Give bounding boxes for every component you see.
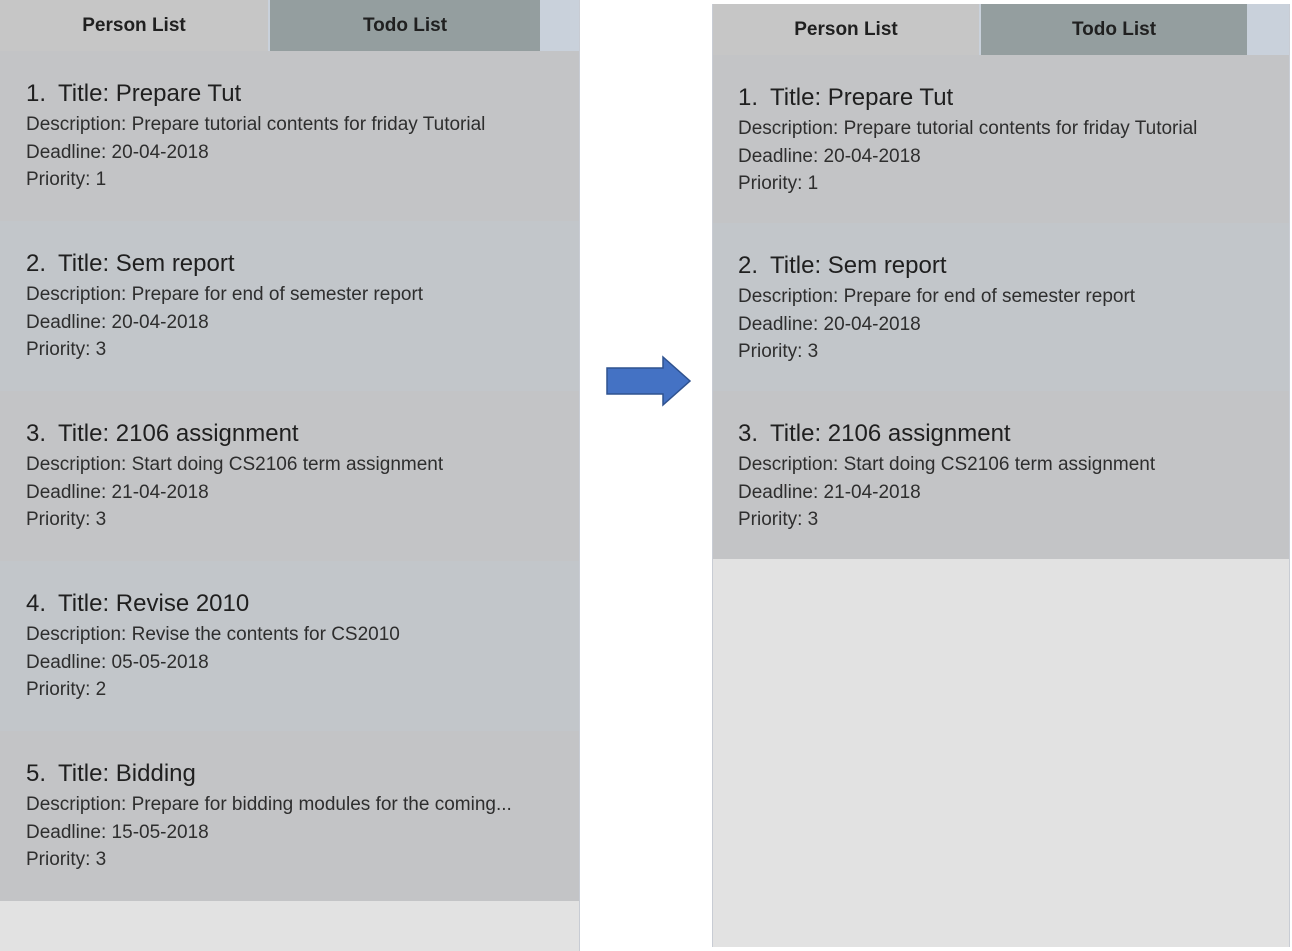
tab-person-list[interactable]: Person List: [713, 4, 979, 55]
todo-card-heading: 3. Title: 2106 assignment: [26, 419, 579, 449]
todo-title: Title: Prepare Tut: [58, 80, 242, 107]
todo-card[interactable]: 3. Title: 2106 assignment Description: St…: [0, 391, 579, 561]
todo-priority: Priority: 3: [738, 341, 819, 362]
tab-person-list[interactable]: Person List: [0, 0, 268, 51]
todo-title: Title: Prepare Tut: [770, 84, 954, 111]
todo-index: 2.: [26, 250, 47, 277]
tab-todo-list[interactable]: Todo List: [981, 4, 1247, 55]
todo-index: 3.: [26, 420, 47, 447]
todo-card[interactable]: 2. Title: Sem report Description: Prepare…: [713, 223, 1289, 391]
todo-description: Description: Start doing CS2106 term ass…: [738, 454, 1156, 475]
todo-panel-after: Person List Todo List 1. Title: Prepare T…: [712, 4, 1290, 947]
todo-description: Description: Prepare tutorial contents f…: [26, 114, 486, 135]
todo-index: 4.: [26, 590, 47, 617]
todo-deadline: Deadline: 21-04-2018: [26, 481, 209, 503]
tab-todo-list[interactable]: Todo List: [270, 0, 540, 51]
todo-index: 1.: [26, 80, 47, 107]
todo-priority: Priority: 3: [26, 509, 107, 530]
todo-panel-before: Person List Todo List 1. Title: Prepare T…: [0, 0, 580, 951]
todo-deadline: Deadline: 15-05-2018: [26, 821, 209, 843]
todo-description: Description: Prepare for end of semester…: [738, 286, 1136, 307]
todo-priority: Priority: 3: [26, 849, 107, 870]
tab-bar: Person List Todo List: [0, 0, 579, 51]
todo-title: Title: 2106 assignment: [770, 420, 1011, 447]
todo-priority: Priority: 3: [738, 509, 819, 530]
todo-card-heading: 2. Title: Sem report: [26, 249, 579, 279]
tab-bar: Person List Todo List: [713, 4, 1289, 55]
todo-title: Title: Sem report: [58, 250, 235, 277]
todo-description: Description: Start doing CS2106 term ass…: [26, 454, 444, 475]
todo-list: 1. Title: Prepare Tut Description: Prepar…: [0, 51, 579, 901]
todo-card-heading: 1. Title: Prepare Tut: [26, 79, 579, 109]
todo-index: 1.: [738, 84, 759, 111]
right-arrow-icon: [606, 355, 692, 407]
todo-index: 5.: [26, 760, 47, 787]
todo-deadline: Deadline: 20-04-2018: [738, 145, 921, 167]
todo-card-heading: 2. Title: Sem report: [738, 251, 1289, 281]
todo-card[interactable]: 2. Title: Sem report Description: Prepare…: [0, 221, 579, 391]
todo-card-heading: 5. Title: Bidding: [26, 759, 579, 789]
todo-title: Title: Bidding: [58, 760, 196, 787]
todo-title: Title: 2106 assignment: [58, 420, 299, 447]
todo-description: Description: Prepare for bidding modules…: [26, 794, 512, 815]
todo-priority: Priority: 1: [738, 173, 819, 194]
todo-deadline: Deadline: 05-05-2018: [26, 651, 209, 673]
todo-title: Title: Revise 2010: [58, 590, 250, 617]
todo-index: 3.: [738, 420, 759, 447]
todo-title: Title: Sem report: [770, 252, 947, 279]
todo-description: Description: Prepare for end of semester…: [26, 284, 424, 305]
todo-priority: Priority: 3: [26, 339, 107, 360]
todo-index: 2.: [738, 252, 759, 279]
todo-description: Description: Revise the contents for CS2…: [26, 624, 400, 645]
todo-card-heading: 3. Title: 2106 assignment: [738, 419, 1289, 449]
todo-card[interactable]: 1. Title: Prepare Tut Description: Prepar…: [713, 55, 1289, 223]
todo-card-heading: 1. Title: Prepare Tut: [738, 83, 1289, 113]
todo-card-heading: 4. Title: Revise 2010: [26, 589, 579, 619]
todo-list: 1. Title: Prepare Tut Description: Prepar…: [713, 55, 1289, 559]
todo-card[interactable]: 1. Title: Prepare Tut Description: Prepar…: [0, 51, 579, 221]
todo-deadline: Deadline: 20-04-2018: [26, 141, 209, 163]
todo-deadline: Deadline: 21-04-2018: [738, 481, 921, 503]
todo-deadline: Deadline: 20-04-2018: [738, 313, 921, 335]
todo-card[interactable]: 3. Title: 2106 assignment Description: St…: [713, 391, 1289, 559]
todo-deadline: Deadline: 20-04-2018: [26, 311, 209, 333]
todo-priority: Priority: 1: [26, 169, 107, 190]
todo-card[interactable]: 4. Title: Revise 2010 Description: Revise…: [0, 561, 579, 731]
todo-description: Description: Prepare tutorial contents f…: [738, 118, 1198, 139]
todo-card[interactable]: 5. Title: Bidding Description: Prepare fo…: [0, 731, 579, 901]
todo-priority: Priority: 2: [26, 679, 107, 700]
